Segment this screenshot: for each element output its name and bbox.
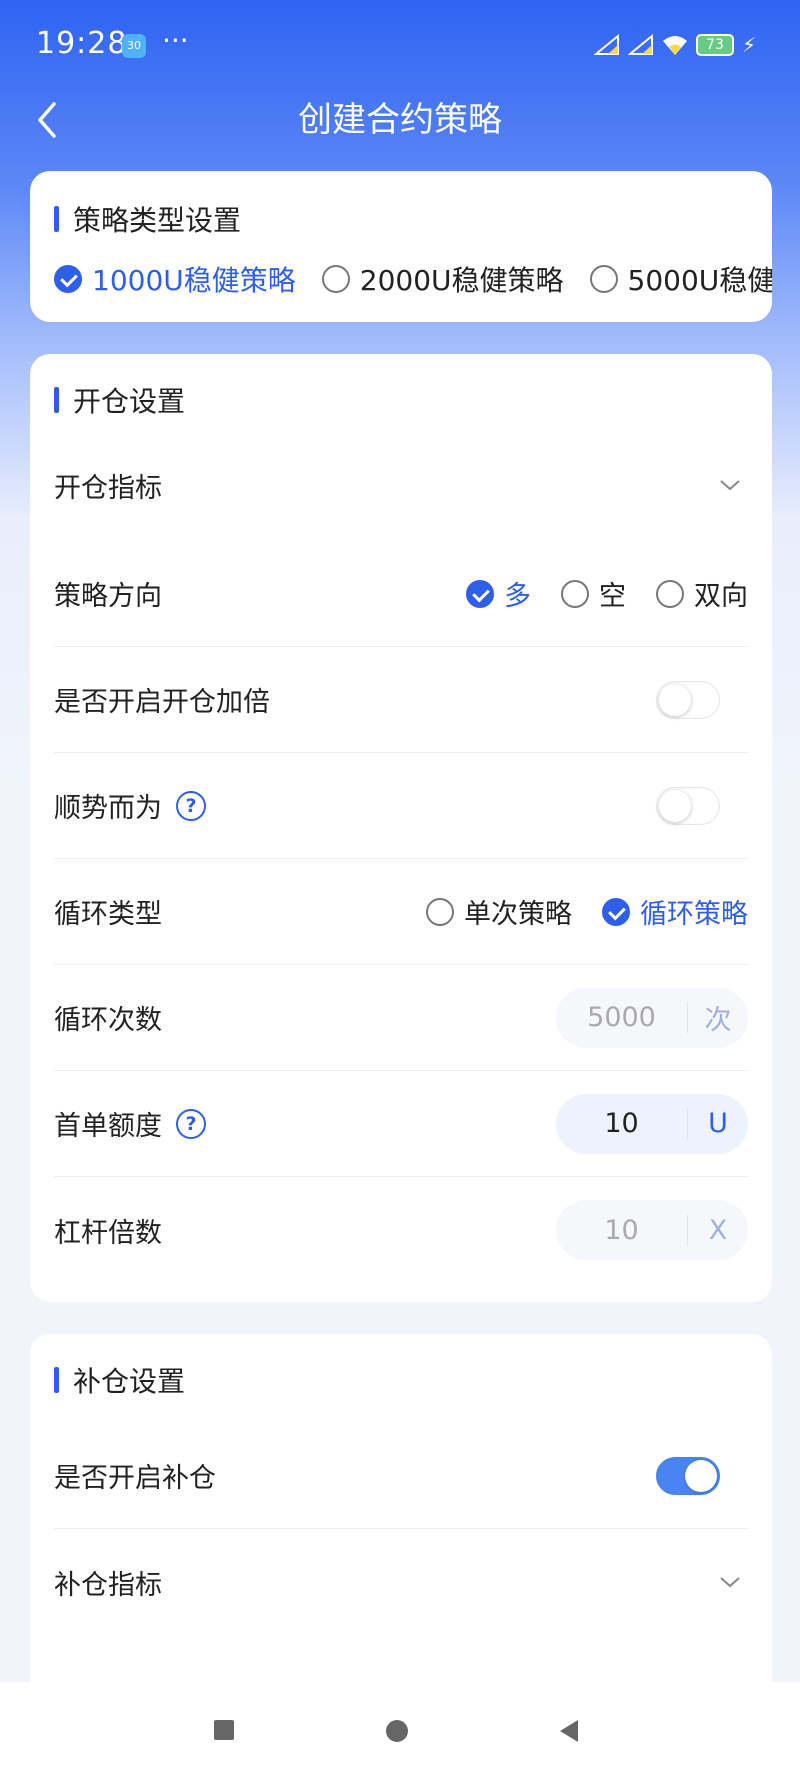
- add-section-title: 补仓设置: [54, 1360, 185, 1400]
- input-value: 10: [604, 1108, 639, 1139]
- cycle-type-radio-group: 单次策略 循环策略: [396, 892, 748, 931]
- strategy-type-section-title: 策略类型设置: [54, 199, 241, 239]
- cycle-type-row: 循环类型 单次策略 循环策略: [54, 859, 748, 965]
- wifi-icon: [662, 36, 687, 55]
- status-time: 19:28: [36, 26, 128, 61]
- open-double-label: 是否开启开仓加倍: [54, 687, 270, 718]
- first-amount-row: 首单额度 ? 10 U: [54, 1071, 748, 1177]
- strategy-option-2000u[interactable]: 2000U稳健策略: [321, 259, 564, 299]
- section-accent-bar: [54, 387, 59, 413]
- open-section-title: 开仓设置: [54, 380, 185, 420]
- add-settings-card: 补仓设置 是否开启补仓 补仓指标: [30, 1334, 772, 1694]
- option-label: 循环策略: [640, 899, 748, 930]
- section-title-text: 补仓设置: [73, 1365, 186, 1398]
- trend-toggle[interactable]: [656, 786, 720, 825]
- system-nav-bar: [0, 1682, 800, 1778]
- option-label: 5000U稳健策略: [627, 264, 772, 297]
- input-unit: 次: [704, 1005, 732, 1036]
- status-bar: 19:28 30 ··· 73 ⚡: [0, 0, 800, 96]
- direction-option-long[interactable]: 多: [466, 574, 531, 613]
- cycle-option-loop[interactable]: 循环策略: [602, 892, 748, 931]
- trend-label: 顺势而为: [54, 793, 162, 824]
- radio-unchecked-icon: [656, 579, 684, 608]
- input-unit: U: [708, 1108, 728, 1139]
- home-icon[interactable]: [386, 1720, 408, 1742]
- battery-icon: 73: [695, 34, 734, 56]
- leverage-input[interactable]: 10 X: [556, 1200, 748, 1260]
- option-label: 2000U稳健策略: [359, 264, 564, 297]
- notification-badge-icon: 30: [122, 34, 146, 58]
- strategy-option-1000u[interactable]: 1000U稳健策略: [54, 259, 296, 299]
- direction-option-short[interactable]: 空: [561, 574, 626, 613]
- input-value: 10: [604, 1214, 639, 1246]
- open-indicator-label: 开仓指标: [54, 472, 162, 504]
- add-enable-label: 是否开启补仓: [54, 1463, 216, 1494]
- radio-unchecked-icon: [561, 579, 589, 608]
- add-indicator-label: 补仓指标: [54, 1569, 162, 1601]
- add-enable-toggle[interactable]: [656, 1456, 720, 1495]
- first-amount-label-wrap: 首单额度 ?: [54, 1104, 206, 1143]
- input-value: 5000: [587, 1002, 656, 1033]
- system-back-icon[interactable]: [560, 1720, 578, 1742]
- cycle-option-single[interactable]: 单次策略: [426, 892, 572, 931]
- charging-icon: ⚡: [741, 33, 756, 57]
- direction-radio-group: 多 空 双向: [436, 574, 748, 613]
- strategy-option-5000u[interactable]: 5000U稳健策略: [589, 259, 772, 299]
- leverage-label: 杠杆倍数: [54, 1217, 162, 1249]
- chevron-down-icon: [720, 1577, 740, 1588]
- direction-label: 策略方向: [54, 581, 162, 612]
- radio-checked-icon: [54, 265, 82, 293]
- radio-checked-icon: [602, 897, 630, 926]
- section-accent-bar: [54, 206, 59, 232]
- radio-unchecked-icon: [589, 265, 618, 293]
- first-amount-input[interactable]: 10 U: [556, 1093, 748, 1154]
- recent-apps-icon[interactable]: [214, 1720, 234, 1740]
- cycle-count-label: 循环次数: [54, 1005, 162, 1036]
- add-enable-row: 是否开启补仓: [54, 1423, 748, 1529]
- toggle-knob: [659, 683, 691, 716]
- trend-label-wrap: 顺势而为 ?: [54, 786, 206, 825]
- section-title-text: 策略类型设置: [73, 204, 242, 237]
- direction-option-both[interactable]: 双向: [656, 574, 748, 613]
- cycle-count-row: 循环次数 5000 次: [54, 965, 748, 1071]
- open-indicator-select[interactable]: 开仓指标: [54, 432, 748, 538]
- leverage-row: 杠杆倍数 10 X: [54, 1177, 748, 1283]
- status-icons: 73 ⚡: [593, 33, 756, 57]
- option-label: 空: [599, 581, 626, 612]
- app-header: 创建合约策略: [0, 96, 800, 144]
- more-notifications-icon: ···: [162, 24, 189, 57]
- signal-icon: [593, 34, 619, 55]
- question-circle-icon[interactable]: ?: [176, 790, 206, 821]
- section-accent-bar: [54, 1367, 59, 1393]
- option-label: 单次策略: [464, 899, 572, 930]
- radio-checked-icon: [466, 579, 494, 608]
- radio-unchecked-icon: [321, 265, 350, 293]
- back-button[interactable]: [30, 96, 70, 144]
- open-double-toggle[interactable]: [656, 680, 720, 719]
- strategy-type-options: 1000U稳健策略 2000U稳健策略 5000U稳健策略: [54, 259, 772, 299]
- option-label: 双向: [694, 581, 748, 612]
- toggle-knob: [685, 1459, 717, 1492]
- trend-row: 顺势而为 ?: [54, 753, 748, 859]
- page-title: 创建合约策略: [298, 100, 502, 140]
- radio-unchecked-icon: [426, 897, 454, 926]
- signal-icon-2: [627, 34, 653, 55]
- option-label: 1000U稳健策略: [92, 264, 296, 297]
- strategy-type-card: 策略类型设置 1000U稳健策略 2000U稳健策略 5000U稳健策略: [30, 171, 772, 322]
- input-unit: X: [708, 1214, 728, 1246]
- open-double-row: 是否开启开仓加倍: [54, 647, 748, 753]
- toggle-knob: [659, 789, 691, 822]
- section-title-text: 开仓设置: [73, 385, 186, 418]
- question-circle-icon[interactable]: ?: [176, 1108, 206, 1139]
- direction-row: 策略方向 多 空 双向: [54, 541, 748, 647]
- add-indicator-select[interactable]: 补仓指标: [54, 1529, 748, 1635]
- back-arrow-icon: [38, 102, 56, 138]
- cycle-type-label: 循环类型: [54, 899, 162, 930]
- chevron-down-icon: [720, 480, 740, 491]
- first-amount-label: 首单额度: [54, 1111, 162, 1142]
- cycle-count-input[interactable]: 5000 次: [556, 987, 748, 1048]
- open-settings-card: 开仓设置 开仓指标 策略方向 多 空 双向 是否开启开仓加倍 顺势而为 ? 循环…: [30, 354, 772, 1302]
- option-label: 多: [504, 581, 531, 612]
